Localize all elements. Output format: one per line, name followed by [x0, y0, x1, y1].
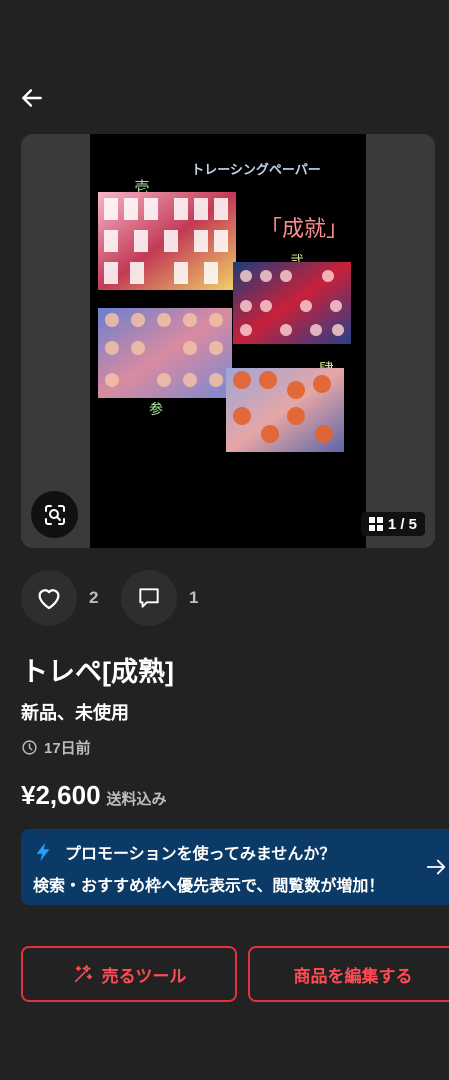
sell-tool-button[interactable]: 売るツール [21, 946, 237, 1002]
promotion-title: プロモーションを使ってみませんか？ [65, 846, 336, 863]
clock-icon [22, 740, 37, 755]
product-title: トレペ[成熟] [21, 657, 174, 687]
comment-icon [139, 588, 159, 608]
promotion-banner[interactable]: プロモーションを使ってみませんか？ 検索・おすすめ枠へ優先表示で、閲覧数が増加！ [21, 829, 449, 905]
price: ¥2,600 送料込み [21, 780, 167, 811]
product-image[interactable]: トレーシングペーパー 壱 「成就」 弐 参 肆 [90, 134, 366, 548]
arrow-right-icon [426, 859, 446, 875]
promotion-body: 検索・おすすめ枠へ優先表示で、閲覧数が増加！ [33, 878, 385, 895]
image-search-button[interactable] [31, 491, 78, 538]
gallery-previous-peek [21, 134, 90, 548]
comment-count: 1 [189, 588, 199, 607]
comment-button[interactable] [121, 570, 177, 626]
product-image-art: トレーシングペーパー 壱 「成就」 弐 参 肆 [98, 162, 351, 452]
grid-icon [368, 517, 383, 531]
lightning-icon [36, 842, 50, 862]
like-count: 2 [89, 588, 99, 607]
price-value: ¥2,600 [21, 780, 101, 810]
image-center-label: 「成就」 [260, 217, 348, 242]
edit-item-button[interactable]: 商品を編集する [248, 946, 449, 1002]
arrow-left-icon [22, 89, 42, 107]
like-button[interactable] [21, 570, 77, 626]
sell-tool-label: 売るツール [101, 966, 187, 986]
image-caption: トレーシングペーパー [191, 162, 321, 178]
shipping-note: 送料込み [106, 791, 167, 808]
gallery-next-peek [366, 134, 435, 548]
heart-icon [38, 589, 60, 610]
sparkle-wand-icon [74, 964, 92, 983]
image-counter: 1 / 5 [360, 512, 425, 536]
posted-time: 17日前 [21, 737, 91, 758]
engagement-bar: 2 1 [21, 570, 198, 626]
back-button[interactable] [18, 84, 46, 112]
posted-time-text: 17日前 [44, 740, 91, 757]
product-condition: 新品、未使用 [21, 703, 129, 723]
image-gallery[interactable]: トレーシングペーパー 壱 「成就」 弐 参 肆 [21, 134, 435, 548]
image-counter-text: 1 / 5 [387, 515, 417, 533]
image-label-3: 参 [149, 401, 163, 418]
image-search-icon [44, 504, 65, 525]
edit-item-label: 商品を編集する [293, 966, 413, 986]
